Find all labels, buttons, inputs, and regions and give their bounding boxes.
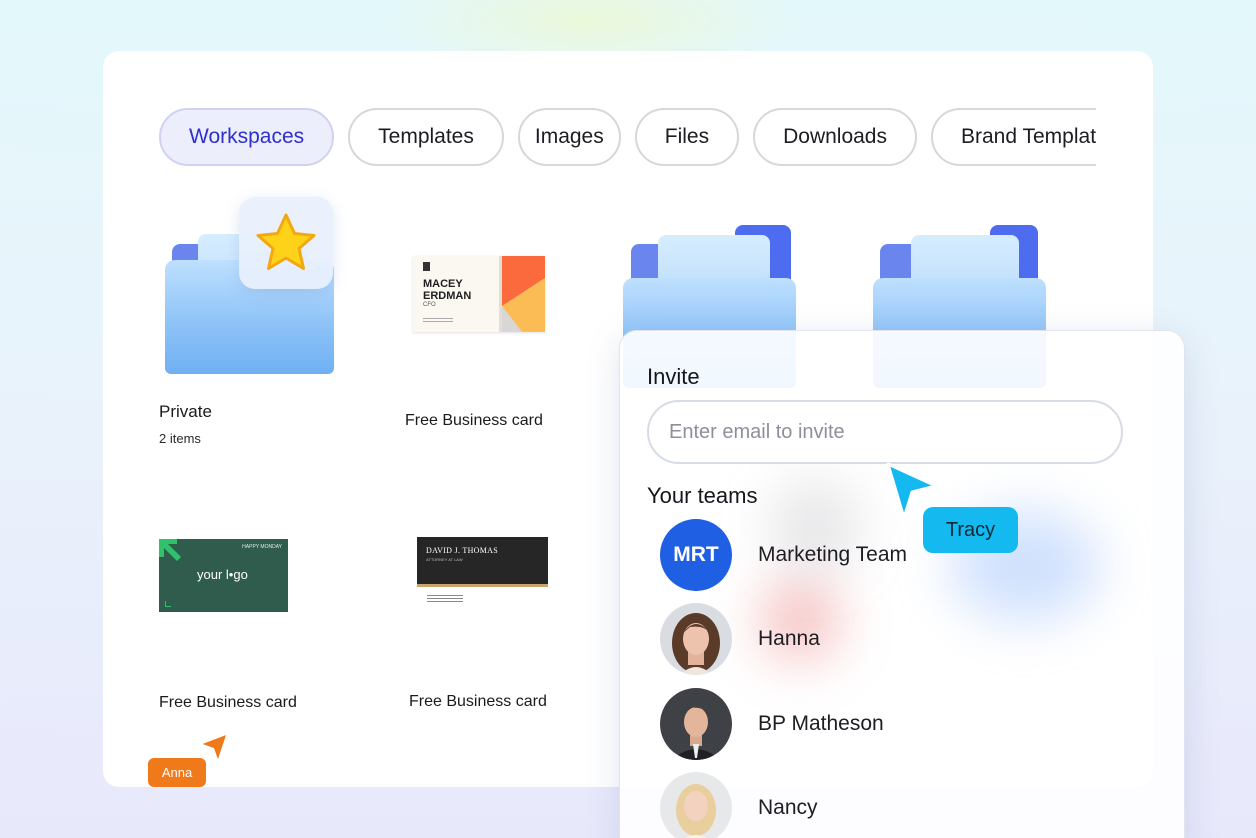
- card-role: ATTORNEY AT LAW: [426, 557, 463, 562]
- card-geometric-art: [502, 256, 545, 332]
- member-name: BP Matheson: [758, 712, 884, 735]
- card-thumbnail: MACEY ERDMAN CFO: [413, 256, 545, 332]
- invite-title: Invite: [647, 364, 700, 389]
- card-logo-mark: [423, 262, 430, 271]
- member-name: Marketing Team: [758, 543, 908, 566]
- your-teams-title: Your teams: [647, 483, 758, 508]
- tab-files[interactable]: Files: [634, 108, 740, 166]
- card-name: DAVID J. THOMAS: [426, 546, 498, 555]
- item-title: Free Business card: [409, 693, 547, 710]
- card-name-line2: ERDMAN: [423, 290, 472, 302]
- email-invite-input[interactable]: [647, 400, 1123, 464]
- card-tagline: HAPPY MONDAY: [242, 544, 282, 550]
- collaborator-tag-tracy: Tracy: [923, 507, 1018, 553]
- card-corner-mark: [165, 601, 171, 607]
- card-name-line1: MACEY: [423, 278, 463, 290]
- avatar: [660, 772, 732, 838]
- team-member-row[interactable]: MRT Marketing Team: [660, 519, 907, 591]
- item-title: Free Business card: [405, 412, 543, 429]
- private-folder-item[interactable]: Private 2 items: [103, 51, 363, 471]
- avatar: [660, 688, 732, 760]
- invite-popover: Invite Your teams MRT Marketing Team Han…: [619, 330, 1185, 838]
- business-card-item[interactable]: MACEY ERDMAN CFO Free Business card: [393, 241, 573, 441]
- card-arrow-art: [159, 539, 181, 561]
- item-title: Free Business card: [159, 694, 297, 711]
- member-name: Hanna: [758, 627, 820, 650]
- avatar: [660, 603, 732, 675]
- item-count: 2 items: [159, 431, 201, 446]
- card-role: CFO: [423, 302, 436, 308]
- card-logo-text: your l•go: [197, 567, 248, 582]
- member-name: Nancy: [758, 796, 818, 819]
- business-card-item[interactable]: DAVID J. THOMAS ATTORNEY AT LAW Free Bus…: [403, 537, 603, 727]
- team-member-row[interactable]: BP Matheson: [660, 688, 884, 760]
- card-contact-lines: [423, 318, 453, 319]
- star-icon: [239, 197, 333, 289]
- card-thumbnail: DAVID J. THOMAS ATTORNEY AT LAW: [417, 537, 548, 609]
- tab-downloads[interactable]: Downloads: [753, 108, 917, 166]
- card-thumbnail: HAPPY MONDAY your l•go: [159, 539, 288, 612]
- collaborator-tag-anna: Anna: [148, 758, 206, 787]
- tab-templates[interactable]: Templates: [348, 108, 504, 166]
- team-member-row[interactable]: Nancy: [660, 772, 818, 838]
- team-member-row[interactable]: Hanna: [660, 603, 820, 675]
- business-card-item[interactable]: HAPPY MONDAY your l•go Free Business car…: [159, 539, 359, 729]
- tab-brand-templates[interactable]: Brand Templates: [931, 108, 1096, 166]
- team-initials-avatar: MRT: [660, 519, 732, 591]
- tab-images[interactable]: Images: [517, 108, 621, 166]
- item-title: Private: [159, 402, 212, 421]
